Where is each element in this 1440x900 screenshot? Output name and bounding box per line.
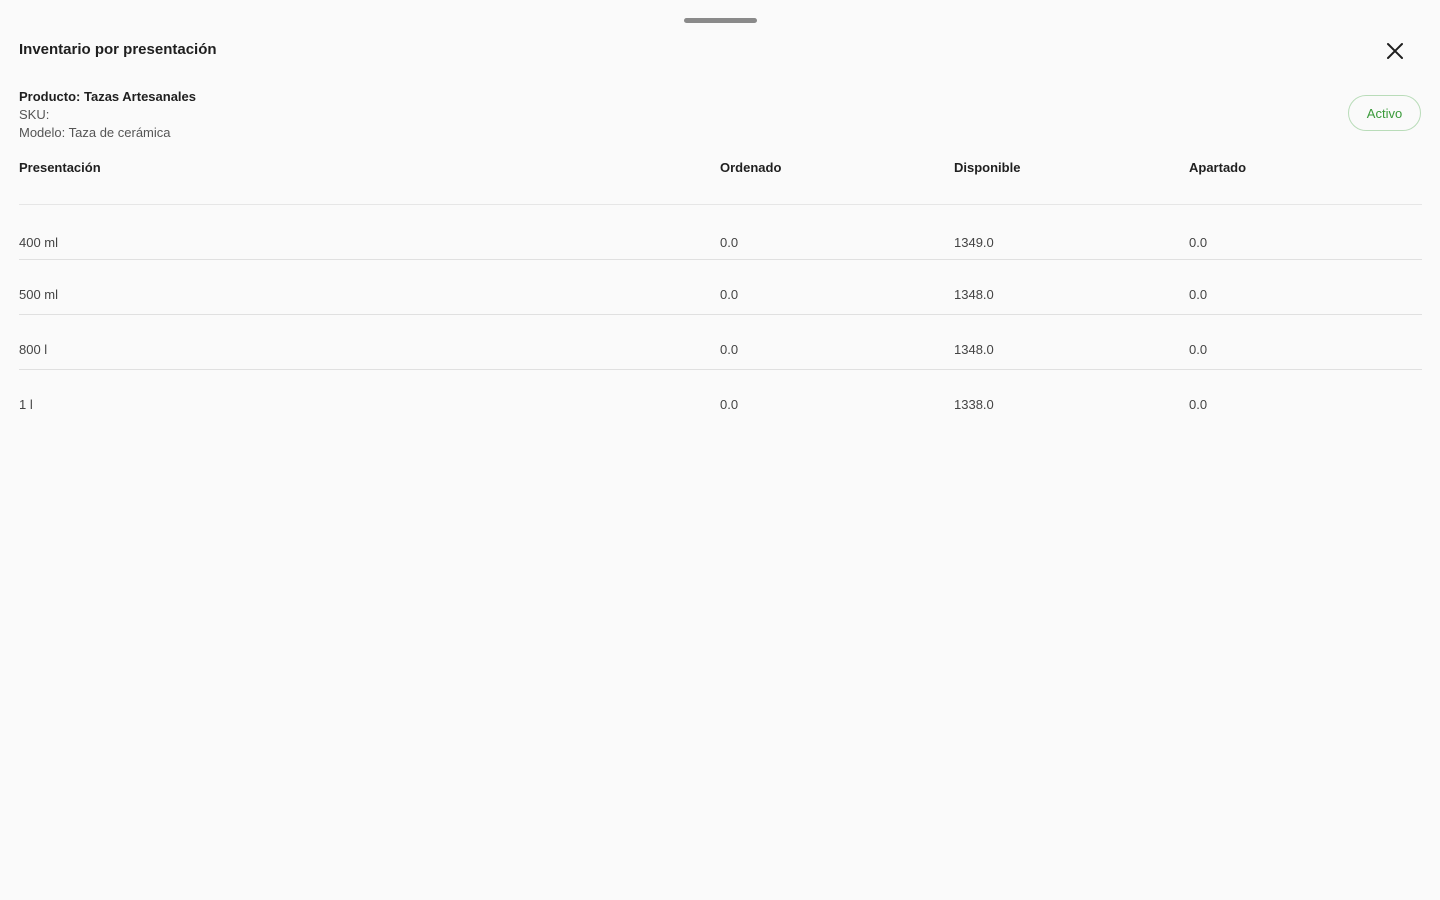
table-row: 800 l 0.0 1348.0 0.0 [19,315,1422,370]
close-icon [1387,43,1403,59]
cell-ordenado: 0.0 [720,342,739,357]
product-name: Producto: Tazas Artesanales [19,89,196,104]
cell-presentacion: 800 l [19,342,48,357]
cell-apartado: 0.0 [1189,397,1208,412]
table-header: Presentación Ordenado Disponible Apartad… [19,150,1422,205]
header-disponible: Disponible [954,160,1021,175]
table-row: 400 ml 0.0 1349.0 0.0 [19,205,1422,260]
status-badge: Activo [1348,95,1421,131]
table-row: 500 ml 0.0 1348.0 0.0 [19,260,1422,315]
drag-handle[interactable] [684,18,757,23]
product-sku: SKU: [19,107,50,122]
product-info: Producto: Tazas Artesanales SKU: Modelo:… [19,88,196,142]
cell-ordenado: 0.0 [720,397,739,412]
cell-disponible: 1338.0 [954,397,994,412]
bottom-sheet: Inventario por presentación Producto: Ta… [0,0,1440,900]
cell-ordenado: 0.0 [720,235,739,250]
cell-presentacion: 400 ml [19,235,59,250]
cell-apartado: 0.0 [1189,287,1208,302]
header-presentacion: Presentación [19,160,101,175]
close-button[interactable] [1380,36,1410,66]
inventory-table: Presentación Ordenado Disponible Apartad… [19,150,1422,424]
sheet-title: Inventario por presentación [19,41,217,58]
cell-apartado: 0.0 [1189,235,1208,250]
cell-disponible: 1349.0 [954,235,994,250]
cell-apartado: 0.0 [1189,342,1208,357]
cell-presentacion: 1 l [19,397,33,412]
header-apartado: Apartado [1189,160,1247,175]
product-model: Modelo: Taza de cerámica [19,125,171,140]
table-row: 1 l 0.0 1338.0 0.0 [19,370,1422,424]
cell-presentacion: 500 ml [19,287,59,302]
cell-ordenado: 0.0 [720,287,739,302]
cell-disponible: 1348.0 [954,342,994,357]
cell-disponible: 1348.0 [954,287,994,302]
header-ordenado: Ordenado [720,160,782,175]
